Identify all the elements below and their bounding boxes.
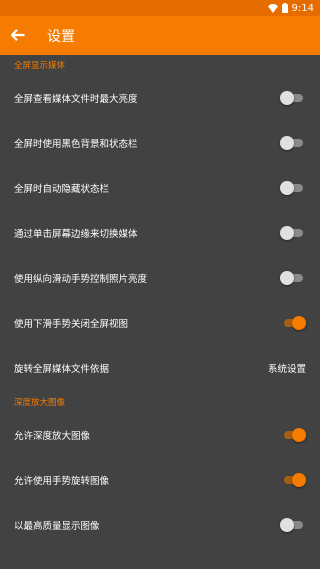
section-header-fullscreen: 全屏显示媒体	[14, 61, 66, 71]
app-bar: 设置	[0, 16, 320, 55]
setting-label: 旋转全屏媒体文件依据	[14, 363, 110, 375]
setting-label: 允许深度放大图像	[14, 430, 91, 442]
setting-edge-tap-switch[interactable]: 通过单击屏幕边缘来切换媒体	[0, 210, 320, 255]
setting-hide-status-bar[interactable]: 全屏时自动隐藏状态栏	[0, 165, 320, 210]
toggle-switch[interactable]	[280, 225, 306, 240]
setting-label: 允许使用手势旋转图像	[14, 475, 110, 487]
setting-gesture-rotate[interactable]: 允许使用手势旋转图像	[0, 457, 320, 502]
setting-label: 通过单击屏幕边缘来切换媒体	[14, 228, 138, 240]
setting-allow-deep-zoom[interactable]: 允许深度放大图像	[0, 412, 320, 457]
setting-label: 全屏查看媒体文件时最大亮度	[14, 93, 138, 105]
toggle-switch[interactable]	[280, 180, 306, 195]
page-title: 设置	[47, 28, 75, 45]
setting-label: 全屏时自动隐藏状态栏	[14, 183, 110, 195]
toggle-switch[interactable]	[280, 427, 306, 442]
toggle-switch[interactable]	[280, 315, 306, 330]
setting-vertical-brightness-gesture[interactable]: 使用纵向滑动手势控制照片亮度	[0, 255, 320, 300]
setting-rotate-fullscreen[interactable]: 旋转全屏媒体文件依据 系统设置	[0, 345, 320, 390]
wifi-icon	[267, 3, 278, 13]
status-bar: 9:14	[0, 0, 320, 16]
setting-max-brightness[interactable]: 全屏查看媒体文件时最大亮度	[0, 75, 320, 120]
section-header-deep-zoom: 深度放大图像	[14, 398, 66, 408]
settings-list: 全屏显示媒体 全屏查看媒体文件时最大亮度 全屏时使用黑色背景和状态栏 全屏时自动…	[0, 55, 320, 569]
arrow-left-icon	[10, 26, 25, 45]
toggle-switch[interactable]	[280, 270, 306, 285]
back-button[interactable]	[0, 16, 36, 55]
setting-highest-quality[interactable]: 以最高质量显示图像	[0, 502, 320, 547]
setting-label: 全屏时使用黑色背景和状态栏	[14, 138, 138, 150]
setting-value: 系统设置	[267, 363, 306, 375]
toggle-switch[interactable]	[280, 90, 306, 105]
toggle-switch[interactable]	[280, 517, 306, 532]
setting-label: 使用纵向滑动手势控制照片亮度	[14, 273, 148, 285]
setting-label: 以最高质量显示图像	[14, 520, 100, 532]
battery-icon	[281, 3, 288, 13]
toggle-switch[interactable]	[280, 135, 306, 150]
toggle-switch[interactable]	[280, 472, 306, 487]
setting-label: 使用下滑手势关闭全屏视图	[14, 318, 129, 330]
status-time: 9:14	[291, 2, 314, 14]
setting-swipe-down-close[interactable]: 使用下滑手势关闭全屏视图	[0, 300, 320, 345]
setting-black-background[interactable]: 全屏时使用黑色背景和状态栏	[0, 120, 320, 165]
